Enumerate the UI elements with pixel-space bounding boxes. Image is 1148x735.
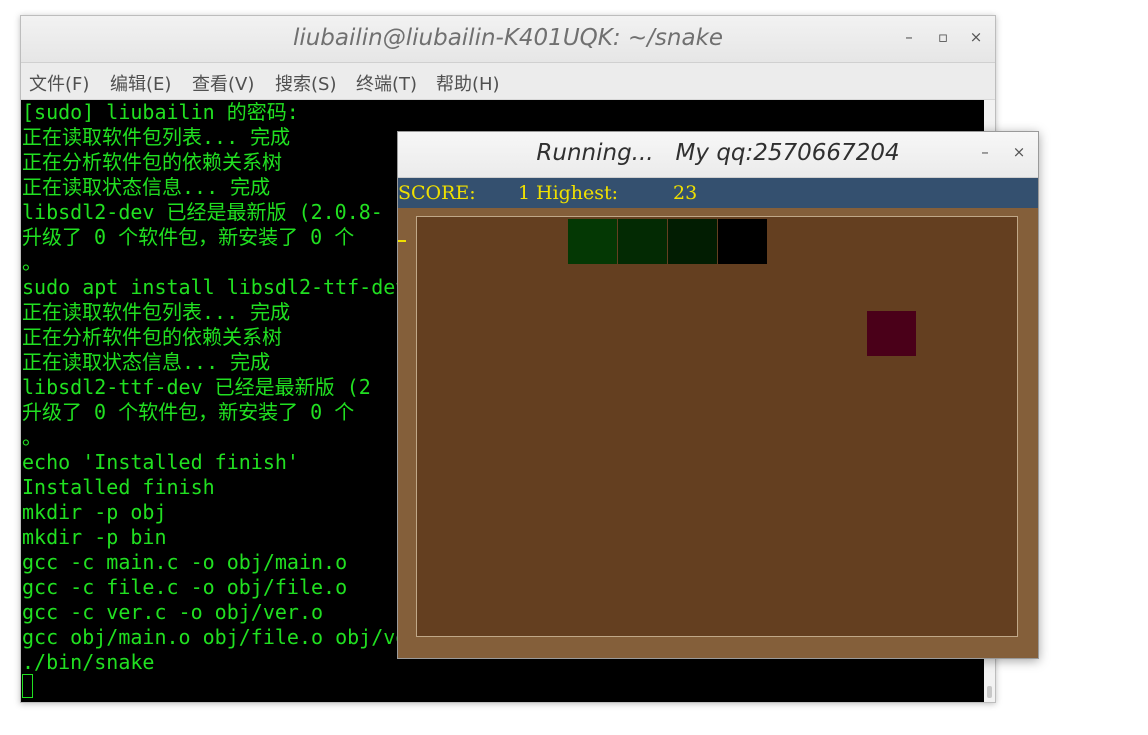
terminal-cursor — [22, 674, 33, 698]
score-label: SCORE: — [398, 182, 476, 204]
terminal-title: liubailin@liubailin-K401UQK: ~/snake — [292, 25, 724, 51]
terminal-line: libsdl2-ttf-dev 已经是最新版 (2 — [22, 375, 371, 399]
score-value: 1 — [518, 182, 531, 204]
snake-head — [718, 219, 767, 264]
food-item — [867, 311, 916, 356]
game-titlebar[interactable]: Running... My qq:2570667204 – × — [398, 132, 1038, 178]
snake-segment — [618, 219, 667, 264]
close-button[interactable]: × — [967, 28, 985, 46]
terminal-line: gcc -c file.c -o obj/file.o — [22, 575, 348, 599]
score-bar: SCORE: 1 Highest: 23 — [398, 178, 1038, 208]
game-title-qq: My qq:2570667204 — [675, 140, 900, 166]
terminal-menubar: 文件(F) 编辑(E) 查看(V) 搜索(S) 终端(T) 帮助(H) — [21, 63, 995, 100]
terminal-line: libsdl2-dev 已经是最新版 (2.0.8- — [22, 200, 383, 224]
terminal-line: sudo apt install libsdl2-ttf-dev — [22, 275, 408, 299]
terminal-line: Installed finish — [22, 475, 215, 499]
highest-value: 23 — [673, 182, 698, 204]
terminal-line: gcc -c main.c -o obj/main.o — [22, 550, 348, 574]
text-cursor — [398, 240, 406, 242]
terminal-line: mkdir -p bin — [22, 525, 167, 549]
terminal-line: ./bin/snake — [22, 650, 155, 674]
scrollbar-thumb[interactable] — [987, 686, 992, 698]
snake-segment — [568, 219, 617, 264]
terminal-titlebar[interactable]: liubailin@liubailin-K401UQK: ~/snake – ▫… — [21, 16, 995, 63]
menu-view[interactable]: 查看(V) — [192, 70, 254, 96]
terminal-line: gcc -c ver.c -o obj/ver.o — [22, 600, 324, 624]
game-title-status: Running... — [536, 140, 654, 166]
terminal-line: 升级了 0 个软件包，新安装了 0 个 — [22, 225, 355, 249]
snake-segment — [668, 219, 717, 264]
game-field[interactable] — [416, 216, 1018, 637]
menu-file[interactable]: 文件(F) — [29, 70, 89, 96]
terminal-line: mkdir -p obj — [22, 500, 167, 524]
menu-help[interactable]: 帮助(H) — [436, 70, 500, 96]
terminal-line: 正在读取状态信息... 完成 — [22, 350, 271, 374]
highest-label: Highest: — [536, 182, 619, 204]
terminal-line: gcc obj/main.o obj/file.o obj/ve — [22, 625, 408, 649]
game-close-button[interactable]: × — [1010, 143, 1028, 161]
terminal-line: 。 — [22, 250, 42, 274]
game-minimize-button[interactable]: – — [976, 143, 994, 161]
menu-terminal[interactable]: 终端(T) — [356, 70, 417, 96]
menu-search[interactable]: 搜索(S) — [275, 70, 336, 96]
terminal-line: 正在读取软件包列表... 完成 — [22, 125, 291, 149]
terminal-line: 正在分析软件包的依赖关系树 — [22, 325, 282, 349]
minimize-button[interactable]: – — [900, 28, 918, 46]
terminal-line: 正在读取软件包列表... 完成 — [22, 300, 291, 324]
maximize-button[interactable]: ▫ — [934, 28, 952, 46]
game-window: Running... My qq:2570667204 – × SCORE: 1… — [397, 131, 1039, 659]
menu-edit[interactable]: 编辑(E) — [110, 70, 171, 96]
terminal-line: echo 'Installed finish' — [22, 450, 299, 474]
terminal-line: [sudo] liubailin 的密码: — [22, 100, 299, 124]
terminal-line: 正在读取状态信息... 完成 — [22, 175, 271, 199]
terminal-line: 。 — [22, 425, 42, 449]
terminal-line: 正在分析软件包的依赖关系树 — [22, 150, 282, 174]
terminal-line: 升级了 0 个软件包，新安装了 0 个 — [22, 400, 355, 424]
game-title: Running... My qq:2570667204 — [398, 140, 1038, 166]
